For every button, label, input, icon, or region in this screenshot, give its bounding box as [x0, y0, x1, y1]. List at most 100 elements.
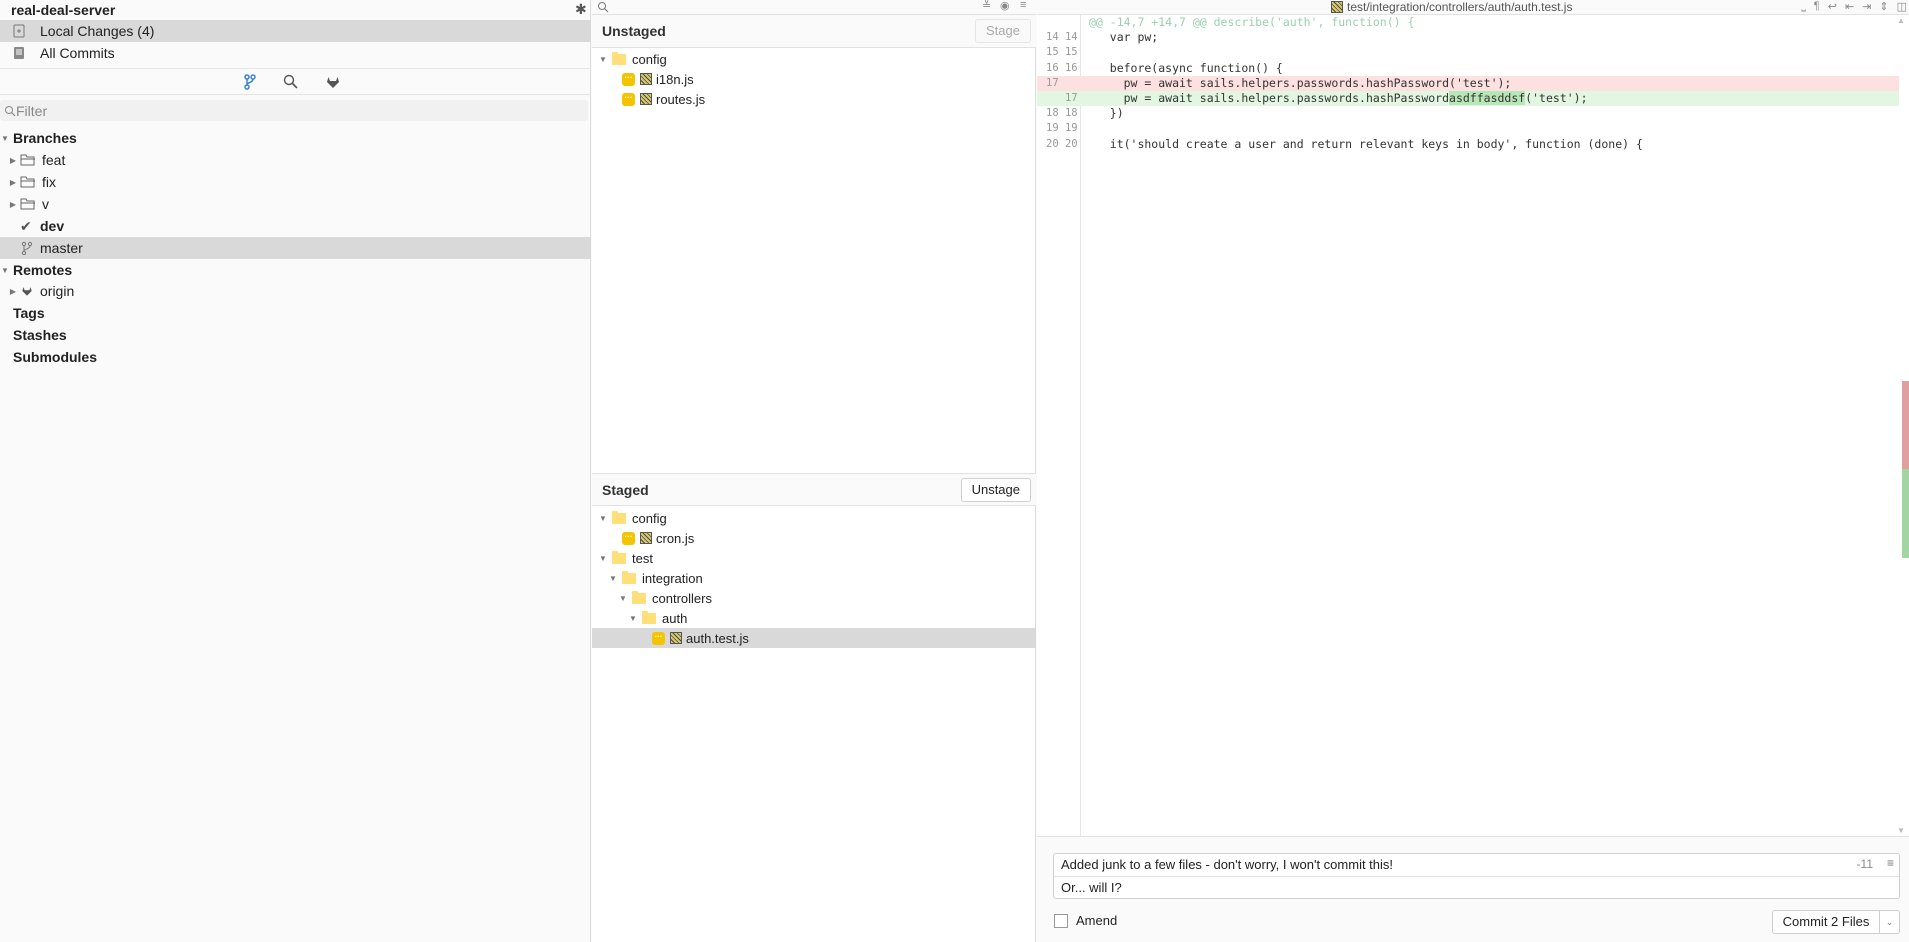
- diff-line-hunk: @@ -14,7 +14,7 @@ describe('auth', funct…: [1037, 15, 1899, 30]
- pilcrow-icon[interactable]: ¶: [1814, 0, 1820, 14]
- eye-icon[interactable]: ◉: [1000, 0, 1010, 12]
- js-file-icon: [640, 532, 652, 544]
- branch-folder-fix[interactable]: ▶ fix: [0, 171, 591, 193]
- branch-master[interactable]: master: [0, 237, 591, 259]
- tree-folder-config[interactable]: ▼ config: [592, 508, 1036, 528]
- collapse-all-icon[interactable]: ≚: [982, 0, 991, 12]
- collapse-arrow-icon[interactable]: ▶: [8, 178, 18, 187]
- section-tags[interactable]: Tags: [0, 302, 591, 324]
- folder-icon: [622, 570, 636, 584]
- branch-label: feat: [42, 152, 66, 168]
- message-menu-icon[interactable]: ≡: [1887, 856, 1894, 870]
- expand-arrow-icon[interactable]: ▼: [608, 574, 618, 583]
- full-context-icon[interactable]: ⇕: [1879, 0, 1888, 14]
- tree-folder-test[interactable]: ▼ test: [592, 548, 1036, 568]
- branch-dev[interactable]: ✔ dev: [0, 215, 591, 237]
- nav-label: Local Changes (4): [40, 23, 155, 39]
- gitlab-icon[interactable]: [324, 73, 342, 91]
- collapse-arrow-icon[interactable]: ▶: [8, 200, 18, 209]
- section-submodules[interactable]: Submodules: [0, 346, 591, 368]
- section-label: Stashes: [13, 327, 67, 343]
- branch-icon[interactable]: [241, 73, 259, 91]
- search-icon[interactable]: [597, 1, 609, 13]
- scroll-down-arrow-icon[interactable]: ▼: [1897, 826, 1905, 835]
- line-numbers: [1046, 15, 1078, 30]
- gitlab-icon: [22, 287, 32, 296]
- branch-folder-v[interactable]: ▶ v: [0, 193, 591, 215]
- section-remotes[interactable]: ▼ Remotes: [0, 259, 591, 281]
- expand-arrow-icon[interactable]: ▼: [598, 514, 608, 523]
- nav-label: All Commits: [40, 45, 115, 61]
- tree-folder-auth[interactable]: ▼ auth: [592, 608, 1036, 628]
- expand-arrow-icon[interactable]: ▼: [628, 614, 638, 623]
- split-view-icon[interactable]: ◫: [1897, 0, 1907, 14]
- tree-folder-config[interactable]: ▼ config: [592, 49, 1036, 69]
- filter-input[interactable]: [16, 102, 566, 119]
- amend-checkbox[interactable]: [1054, 913, 1068, 928]
- expand-arrow-icon[interactable]: ▼: [618, 594, 628, 603]
- search-icon[interactable]: [282, 73, 300, 91]
- line-numbers: 20 20: [1046, 137, 1078, 150]
- remote-origin[interactable]: ▶ origin: [0, 280, 591, 302]
- minimap-deletion-marker: [1902, 381, 1909, 469]
- expand-arrow-icon[interactable]: ▼: [0, 266, 10, 275]
- show-whitespace-icon[interactable]: ⎵: [1801, 0, 1805, 14]
- diff-path-text: test/integration/controllers/auth/auth.t…: [1347, 0, 1573, 14]
- tree-label: cron.js: [656, 530, 695, 546]
- folder-icon: [20, 176, 35, 188]
- code-text: pw = await sails.helpers.passwords.hashP…: [1089, 75, 1512, 90]
- tree-file-i18n[interactable]: ··· i18n.js: [592, 69, 1036, 89]
- unstaged-header: Unstaged Stage: [592, 15, 1036, 48]
- tree-folder-controllers[interactable]: ▼ controllers: [592, 588, 1036, 608]
- diff-viewer: test/integration/controllers/auth/auth.t…: [1037, 0, 1909, 836]
- divider: [0, 68, 591, 69]
- gear-icon[interactable]: ✱: [575, 1, 587, 18]
- wrap-lines-icon[interactable]: ↩: [1828, 0, 1837, 14]
- expand-arrow-icon[interactable]: ▼: [598, 55, 608, 64]
- expand-arrow-icon[interactable]: ▼: [0, 134, 10, 143]
- stage-button[interactable]: Stage: [975, 19, 1031, 43]
- tree-file-auth-test[interactable]: ··· auth.test.js: [592, 628, 1036, 648]
- branch-label: dev: [40, 218, 65, 234]
- tree-file-cron[interactable]: ··· cron.js: [592, 528, 1036, 548]
- increase-context-icon[interactable]: ⇥: [1862, 0, 1871, 14]
- list-view-icon[interactable]: ≡: [1020, 0, 1026, 11]
- folder-icon: [20, 154, 35, 166]
- section-stashes[interactable]: Stashes: [0, 324, 591, 346]
- nav-local-changes[interactable]: Local Changes (4): [0, 20, 591, 42]
- section-label: Remotes: [13, 262, 73, 278]
- js-file-icon: [640, 73, 652, 85]
- unstage-button[interactable]: Unstage: [960, 478, 1031, 502]
- diff-line-context: 15 15: [1037, 45, 1899, 60]
- tree-folder-integration[interactable]: ▼ integration: [592, 568, 1036, 588]
- nav-all-commits[interactable]: All Commits: [0, 42, 591, 64]
- tree-file-routes[interactable]: ··· routes.js: [592, 89, 1036, 109]
- amend-option[interactable]: Amend: [1054, 913, 1117, 928]
- section-branches[interactable]: ▼ Branches: [0, 127, 591, 149]
- diff-header: test/integration/controllers/auth/auth.t…: [1037, 0, 1909, 15]
- filter-field[interactable]: [0, 100, 588, 121]
- line-numbers: 17: [1046, 76, 1078, 89]
- commit-dropdown-chevron-icon[interactable]: ⌄: [1879, 910, 1900, 934]
- branch-folder-feat[interactable]: ▶ feat: [0, 149, 591, 171]
- commit-button[interactable]: Commit 2 Files: [1772, 910, 1880, 934]
- commit-message-box[interactable]: -11 ≡: [1053, 853, 1900, 899]
- diff-line-context: 16 16 before(async function() {: [1037, 61, 1899, 76]
- decrease-context-icon[interactable]: ⇤: [1845, 0, 1854, 14]
- all-commits-icon: [12, 46, 26, 60]
- expand-arrow-icon[interactable]: ▼: [598, 554, 608, 563]
- commit-body-input[interactable]: [1061, 877, 1841, 899]
- staged-header: Staged Unstage: [592, 473, 1036, 506]
- code-text: it('should create a user and return rele…: [1089, 136, 1643, 151]
- diff-toolbar: ⎵ ¶ ↩ ⇤ ⇥ ⇕ ◫: [1801, 0, 1907, 14]
- branch-label: master: [40, 240, 83, 256]
- section-label: Submodules: [13, 349, 98, 365]
- collapse-arrow-icon[interactable]: ▶: [8, 156, 18, 165]
- folder-icon: [612, 550, 626, 564]
- scroll-up-arrow-icon[interactable]: ▲: [1897, 16, 1905, 25]
- divider: [0, 94, 591, 95]
- commit-summary-input[interactable]: [1061, 854, 1841, 876]
- tree-label: integration: [642, 570, 703, 586]
- collapse-arrow-icon[interactable]: ▶: [8, 287, 18, 296]
- tree-label: test: [632, 550, 653, 566]
